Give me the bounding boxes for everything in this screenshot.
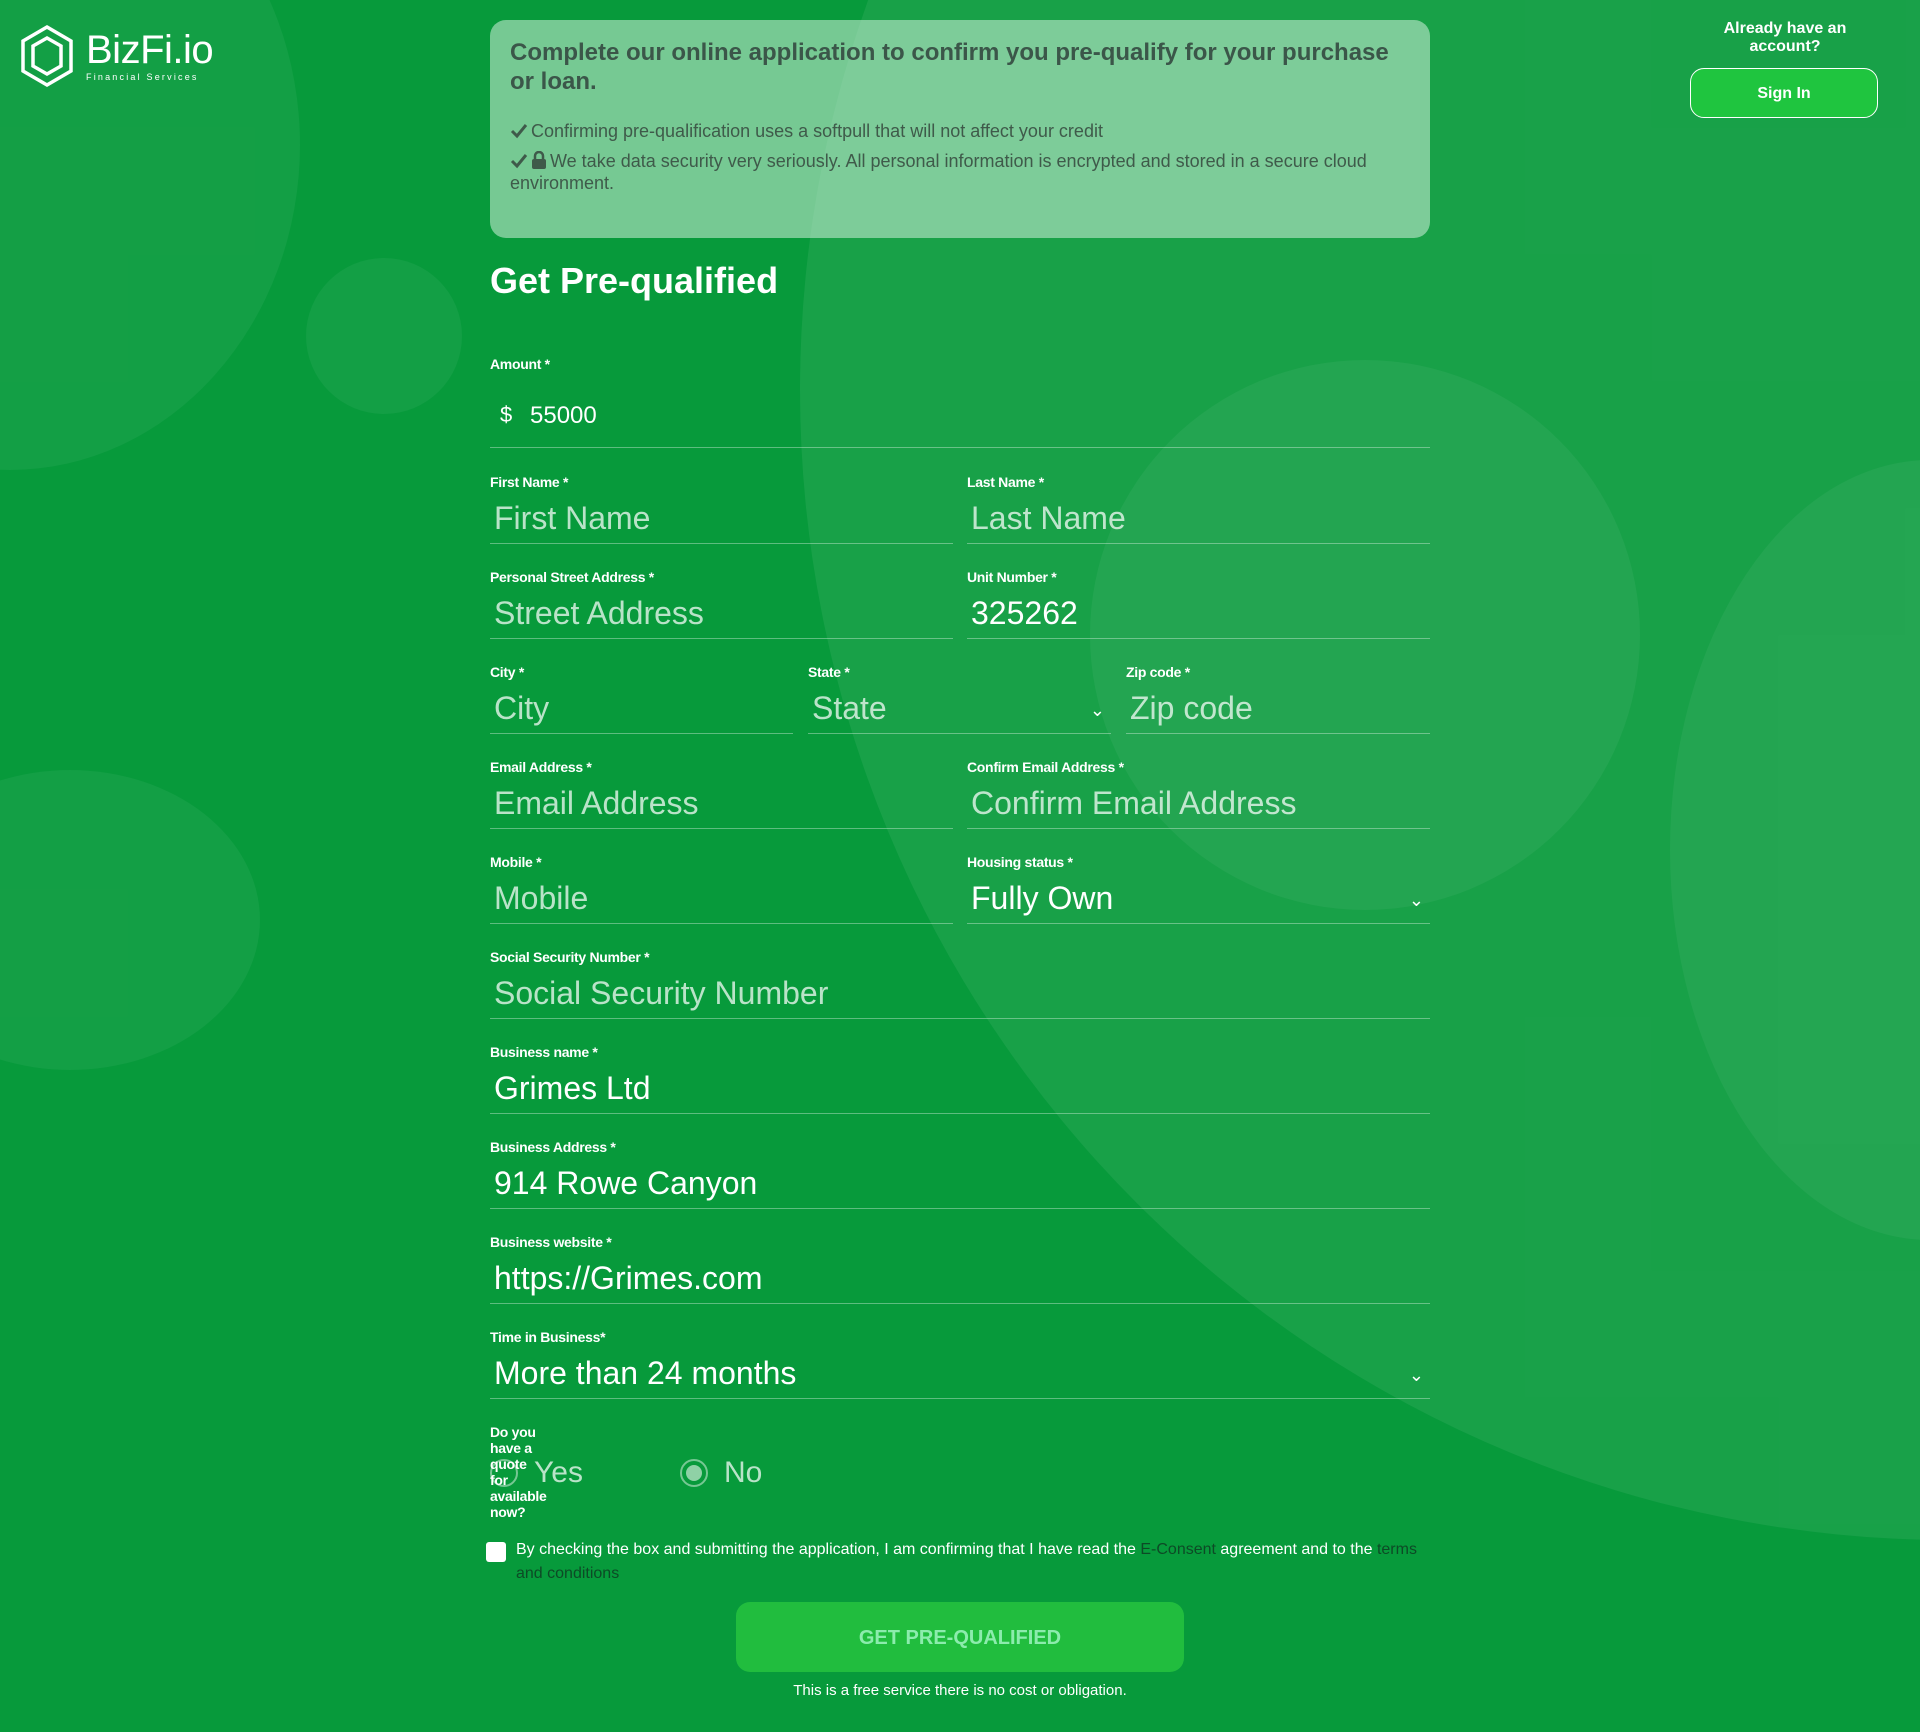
city-input[interactable]: City [494,688,549,728]
state-select[interactable]: State * State ⌄ [808,664,1111,734]
info-line-softpull: Confirming pre-qualification uses a soft… [510,120,1410,142]
business-website-field[interactable]: Business website * https://Grimes.com [490,1234,1430,1304]
state-value[interactable]: State [812,688,887,728]
city-field[interactable]: City * City [490,664,793,734]
housing-status-value[interactable]: Fully Own [971,878,1113,918]
info-line-security: We take data security very seriously. Al… [510,150,1410,194]
last-name-field[interactable]: Last Name * Last Name [967,474,1430,544]
ssn-label: Social Security Number * [490,949,650,965]
info-title: Complete our online application to confi… [510,39,1389,95]
radio-no-circle[interactable] [680,1459,708,1487]
last-name-label: Last Name * [967,474,1044,490]
radio-yes[interactable]: Yes [490,1456,583,1490]
street-address-label: Personal Street Address * [490,569,654,585]
mobile-field[interactable]: Mobile * Mobile [490,854,953,924]
confirm-email-label: Confirm Email Address * [967,759,1124,775]
unit-number-label: Unit Number * [967,569,1057,585]
street-address-input[interactable]: Street Address [494,593,704,633]
unit-number-field[interactable]: Unit Number * 325262 [967,569,1430,639]
quote-radio-group: Do you have a quote for available now? Y… [490,1424,763,1520]
ssn-input[interactable]: Social Security Number [494,973,828,1013]
housing-status-label: Housing status * [967,854,1073,870]
mobile-input[interactable]: Mobile [494,878,588,918]
brand-name: BizFi.io [86,28,214,72]
radio-no[interactable]: No [680,1456,762,1490]
time-in-business-value[interactable]: More than 24 months [494,1353,796,1393]
brand-logo[interactable]: BizFi.io Financial Services [18,22,214,90]
chevron-down-icon: ⌄ [1408,890,1424,910]
check-icon [510,154,528,169]
prequalify-form: Get Pre-qualified Amount * $ 55000 First… [486,258,1430,1699]
zip-code-label: Zip code * [1126,664,1190,680]
check-icon [510,124,528,139]
first-name-label: First Name * [490,474,569,490]
get-prequalified-button[interactable]: GET PRE-QUALIFIED [736,1602,1184,1672]
info-box: Complete our online application to confi… [490,20,1430,238]
info-line-security-text: We take data security very seriously. Al… [510,151,1367,193]
city-label: City * [490,664,524,680]
email-input[interactable]: Email Address [494,783,699,823]
chevron-down-icon: ⌄ [1089,700,1105,720]
amount-field[interactable]: Amount * $ 55000 [490,356,1430,448]
last-name-input[interactable]: Last Name [971,498,1126,538]
radio-no-label: No [724,1456,763,1489]
business-address-input[interactable]: 914 Rowe Canyon [494,1163,757,1203]
radio-yes-label: Yes [534,1456,583,1489]
sign-in-button[interactable]: Sign In [1690,68,1878,118]
brand-tagline: Financial Services [86,72,199,82]
first-name-input[interactable]: First Name [494,498,650,538]
business-name-label: Business name * [490,1044,598,1060]
business-website-input[interactable]: https://Grimes.com [494,1258,763,1298]
lock-icon [532,150,546,169]
first-name-field[interactable]: First Name * First Name [490,474,953,544]
consent-row: By checking the box and submitting the a… [486,1538,1430,1586]
free-service-note: This is a free service there is no cost … [793,1682,1127,1699]
email-label: Email Address * [490,759,592,775]
confirm-email-input[interactable]: Confirm Email Address [971,783,1296,823]
form-title: Get Pre-qualified [490,260,779,301]
dollar-icon: $ [500,402,513,427]
consent-checkbox[interactable] [486,1542,506,1562]
mobile-label: Mobile * [490,854,542,870]
housing-status-select[interactable]: Housing status * Fully Own ⌄ [967,854,1430,924]
zip-code-field[interactable]: Zip code * Zip code [1126,664,1430,734]
info-line-softpull-text: Confirming pre-qualification uses a soft… [531,121,1103,141]
ssn-field[interactable]: Social Security Number * Social Security… [490,949,1430,1019]
amount-label: Amount * [490,356,550,372]
account-prompt: Already have an account? [1723,20,1847,55]
confirm-email-field[interactable]: Confirm Email Address * Confirm Email Ad… [967,759,1430,829]
amount-input[interactable]: 55000 [530,396,597,436]
account-area: Already have an account? Sign In [1690,20,1880,118]
business-website-label: Business website * [490,1234,612,1250]
business-address-field[interactable]: Business Address * 914 Rowe Canyon [490,1139,1430,1209]
email-field[interactable]: Email Address * Email Address [490,759,953,829]
e-consent-link[interactable]: E-Consent [1140,1541,1216,1558]
state-label: State * [808,664,850,680]
business-name-input[interactable]: Grimes Ltd [494,1068,650,1108]
hexagon-logo-icon [21,24,73,88]
business-name-field[interactable]: Business name * Grimes Ltd [490,1044,1430,1114]
unit-number-input[interactable]: 325262 [971,593,1078,633]
zip-code-input[interactable]: Zip code [1130,688,1253,728]
time-in-business-select[interactable]: Time in Business* More than 24 months ⌄ [490,1329,1430,1399]
business-address-label: Business Address * [490,1139,616,1155]
consent-text: By checking the box and submitting the a… [516,1541,1417,1582]
time-in-business-label: Time in Business* [490,1329,606,1345]
radio-yes-circle[interactable] [490,1459,518,1487]
chevron-down-icon: ⌄ [1408,1365,1424,1385]
street-address-field[interactable]: Personal Street Address * Street Address [490,569,953,639]
